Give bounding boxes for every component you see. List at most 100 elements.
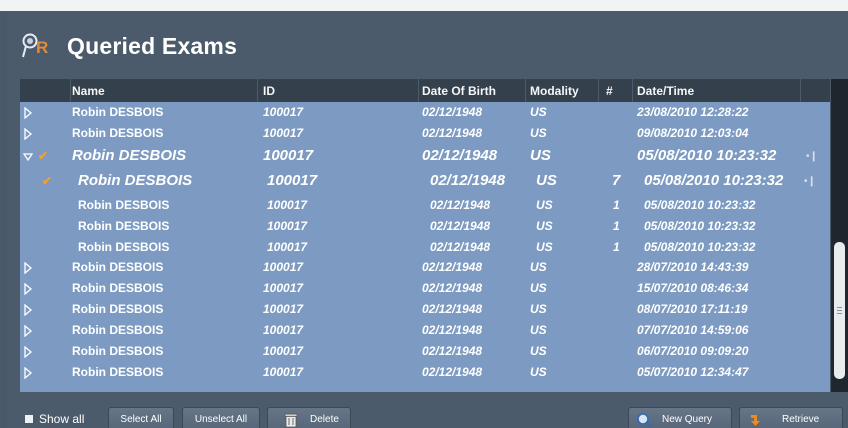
cell-datetime: 05/07/2010 12:34:47 (637, 365, 749, 379)
table-row[interactable]: Robin DESBOIS 100017 02/12/1948 US 06/07/201… (20, 341, 830, 362)
table-row[interactable]: ✔ Robin DESBOIS 100017 02/12/1948 US 05/08/20… (20, 144, 830, 169)
cell-datetime: 05/08/2010 10:23:32 (644, 172, 784, 189)
select-all-button[interactable]: Select All (108, 407, 174, 428)
scroll-grip-line (837, 310, 842, 311)
column-header-name[interactable]: Name (72, 84, 105, 98)
cell-dob: 02/12/1948 (430, 198, 491, 212)
scrollbar-thumb[interactable] (834, 242, 845, 379)
table-row[interactable]: Robin DESBOIS 100017 02/12/1948 US 28/07/201… (20, 257, 830, 278)
column-header-id[interactable]: ID (263, 84, 275, 98)
cell-name: Robin DESBOIS (72, 302, 164, 316)
column-divider (257, 79, 258, 102)
column-divider (598, 79, 599, 102)
column-header-modality[interactable]: Modality (530, 84, 579, 98)
page-title: Queried Exams (67, 33, 238, 59)
table-row[interactable]: Robin DESBOIS 100017 02/12/1948 US 08/07/201… (20, 299, 830, 320)
triangle-right-icon[interactable] (23, 128, 33, 140)
cell-id: 100017 (263, 105, 304, 119)
table-row[interactable]: Robin DESBOIS 100017 02/12/1948 US 05/07/201… (20, 362, 830, 383)
triangle-right-icon[interactable] (23, 346, 33, 358)
cell-dob: 02/12/1948 (430, 172, 506, 189)
cell-name: Robin DESBOIS (72, 323, 164, 337)
cell-modality: US (530, 344, 547, 358)
svg-text:R: R (36, 38, 48, 57)
cell-dob: 02/12/1948 (422, 126, 483, 140)
cell-dob: 02/12/1948 (422, 365, 483, 379)
vertical-scrollbar[interactable] (831, 79, 848, 392)
cell-name: Robin DESBOIS (72, 281, 164, 295)
table-row[interactable]: Robin DESBOIS 100017 02/12/1948 US 23/08/201… (20, 102, 830, 123)
checkmark-icon[interactable]: ✔ (38, 149, 48, 163)
table-body: Robin DESBOIS 100017 02/12/1948 US 23/08/201… (20, 102, 830, 392)
new-query-button[interactable]: New Query (628, 407, 732, 428)
cell-name: Robin DESBOIS (78, 240, 170, 254)
show-all-checkbox[interactable] (25, 415, 33, 423)
cell-modality: US (530, 365, 547, 379)
context-menu-icon[interactable]: •❙ (806, 151, 818, 162)
window-top-strip (0, 0, 848, 11)
new-query-button-label: New Query (662, 414, 713, 425)
cell-id: 100017 (263, 126, 304, 140)
delete-button[interactable]: Delete (267, 407, 351, 428)
table-row[interactable]: Robin DESBOIS 100017 02/12/1948 US 07/07/201… (20, 320, 830, 341)
table-row[interactable]: Robin DESBOIS 100017 02/12/1948 US 1 05/08/20… (20, 215, 830, 236)
cell-name: Robin DESBOIS (72, 260, 164, 274)
triangle-right-icon[interactable] (23, 304, 33, 316)
scroll-grip-line (837, 307, 842, 308)
triangle-right-icon[interactable] (23, 262, 33, 274)
queried-exams-panel: R Queried Exams Name ID Date Of Birth Mo… (7, 11, 848, 428)
show-all-label: Show all (39, 412, 85, 426)
cell-modality: US (530, 147, 551, 164)
cell-id: 100017 (267, 219, 308, 233)
exams-table[interactable]: Name ID Date Of Birth Modality # Date/Ti… (20, 79, 830, 392)
cell-dob: 02/12/1948 (422, 281, 483, 295)
table-row[interactable]: Robin DESBOIS 100017 02/12/1948 US 09/08/201… (20, 123, 830, 144)
cell-modality: US (536, 198, 553, 212)
cell-count: 1 (613, 240, 620, 254)
osirix-logo-icon: R (22, 33, 48, 58)
column-header-dob[interactable]: Date Of Birth (422, 84, 496, 98)
cell-modality: US (530, 302, 547, 316)
cell-datetime: 23/08/2010 12:28:22 (637, 105, 749, 119)
cell-name: Robin DESBOIS (72, 344, 164, 358)
cell-datetime: 05/08/2010 10:23:32 (644, 240, 756, 254)
cell-id: 100017 (263, 365, 304, 379)
cell-datetime: 09/08/2010 12:03:04 (637, 126, 749, 140)
column-divider (632, 79, 633, 102)
context-menu-icon[interactable]: •❙ (804, 176, 816, 187)
triangle-right-icon[interactable] (23, 367, 33, 379)
retrieve-button[interactable]: Retrieve (739, 407, 843, 428)
cell-modality: US (536, 172, 557, 189)
checkmark-icon[interactable]: ✔ (42, 174, 52, 188)
cell-datetime: 05/08/2010 10:23:32 (637, 147, 777, 164)
cell-name: Robin DESBOIS (72, 365, 164, 379)
cell-dob: 02/12/1948 (430, 240, 491, 254)
retrieve-button-label: Retrieve (782, 414, 820, 425)
column-header-datetime[interactable]: Date/Time (637, 84, 694, 98)
table-row[interactable]: ✔ Robin DESBOIS 100017 02/12/1948 US 7 05/08/2… (20, 169, 830, 194)
cell-id: 100017 (267, 198, 308, 212)
cell-count: 7 (612, 172, 621, 189)
cell-modality: US (536, 240, 553, 254)
table-row[interactable]: Robin DESBOIS 100017 02/12/1948 US 1 05/08/20… (20, 194, 830, 215)
cell-datetime: 28/07/2010 14:43:39 (637, 260, 749, 274)
cell-datetime: 15/07/2010 08:46:34 (637, 281, 749, 295)
table-row[interactable]: Robin DESBOIS 100017 02/12/1948 US 1 05/08/20… (20, 236, 830, 257)
triangle-right-icon[interactable] (23, 283, 33, 295)
cell-name: Robin DESBOIS (78, 198, 170, 212)
triangle-right-icon[interactable] (23, 107, 33, 119)
cell-dob: 02/12/1948 (422, 323, 483, 337)
panel-header: R Queried Exams (7, 11, 848, 79)
cell-datetime: 08/07/2010 17:11:19 (637, 302, 748, 316)
unselect-all-button[interactable]: Unselect All (182, 407, 260, 428)
column-divider (525, 79, 526, 102)
triangle-down-icon[interactable] (23, 151, 33, 163)
triangle-right-icon[interactable] (23, 325, 33, 337)
cell-id: 100017 (263, 281, 304, 295)
cell-dob: 02/12/1948 (422, 344, 483, 358)
cell-modality: US (536, 219, 553, 233)
cell-id: 100017 (267, 240, 308, 254)
delete-button-label: Delete (310, 414, 339, 425)
table-row[interactable]: Robin DESBOIS 100017 02/12/1948 US 15/07/201… (20, 278, 830, 299)
column-header-count[interactable]: # (606, 84, 613, 98)
